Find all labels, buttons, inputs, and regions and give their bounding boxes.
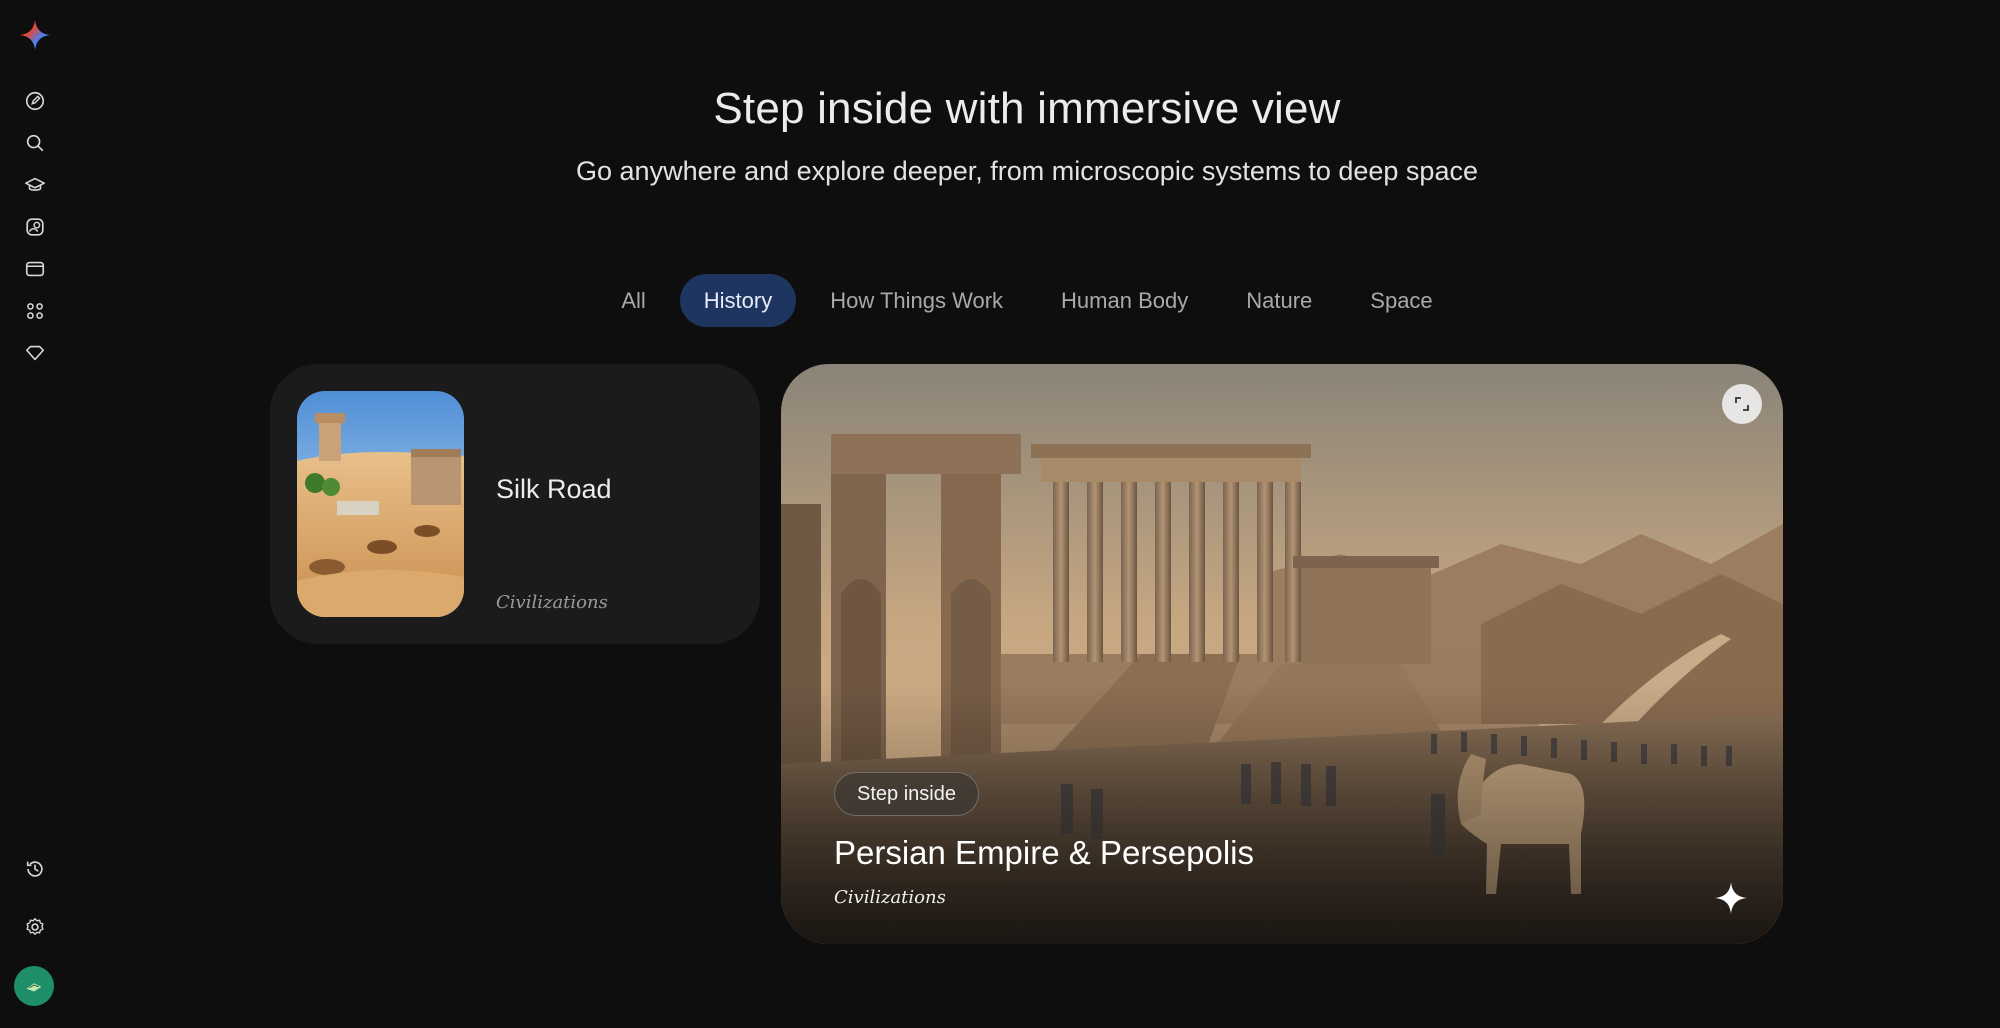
- tab-history[interactable]: History: [679, 274, 797, 327]
- tab-space[interactable]: Space: [1346, 274, 1456, 327]
- step-inside-button[interactable]: Step inside: [834, 772, 979, 816]
- persepolis-category: Civilizations: [834, 887, 946, 908]
- diamond-icon: [25, 345, 45, 361]
- search-icon: [26, 134, 44, 152]
- persepolis-hero-card[interactable]: Step inside Persian Empire & Persepolis …: [781, 364, 1783, 944]
- category-tabs: All History How Things Work Human Body N…: [0, 274, 2000, 327]
- sidebar: [0, 0, 70, 1028]
- gallery-icon: [26, 218, 44, 236]
- avatar-image-icon: [26, 983, 42, 992]
- page-title: Step inside with immersive view: [713, 84, 1341, 133]
- silk-road-card[interactable]: Silk Road Civilizations: [270, 364, 760, 644]
- settings-button[interactable]: [16, 908, 54, 946]
- tab-nature[interactable]: Nature: [1222, 274, 1336, 327]
- gallery-button[interactable]: [16, 208, 54, 246]
- settings-icon: [26, 918, 44, 936]
- gemini-logo-icon[interactable]: [18, 18, 52, 52]
- persepolis-title: Persian Empire & Persepolis: [834, 834, 1255, 871]
- avatar[interactable]: [14, 966, 54, 1006]
- silk-road-thumbnail: [297, 391, 464, 617]
- silk-road-title: Silk Road: [496, 474, 612, 504]
- page-subtitle: Go anywhere and explore deeper, from mic…: [576, 156, 1478, 186]
- history-icon: [26, 861, 43, 877]
- tab-all[interactable]: All: [597, 274, 669, 327]
- tab-human-body[interactable]: Human Body: [1037, 274, 1212, 327]
- gems-button[interactable]: [16, 334, 54, 372]
- sparkle-icon: [1715, 882, 1747, 914]
- silk-road-category: Civilizations: [496, 592, 608, 613]
- expand-icon: [1735, 397, 1749, 411]
- tab-how-things-work[interactable]: How Things Work: [806, 274, 1027, 327]
- expand-button[interactable]: [1722, 384, 1762, 424]
- activity-button[interactable]: [16, 850, 54, 888]
